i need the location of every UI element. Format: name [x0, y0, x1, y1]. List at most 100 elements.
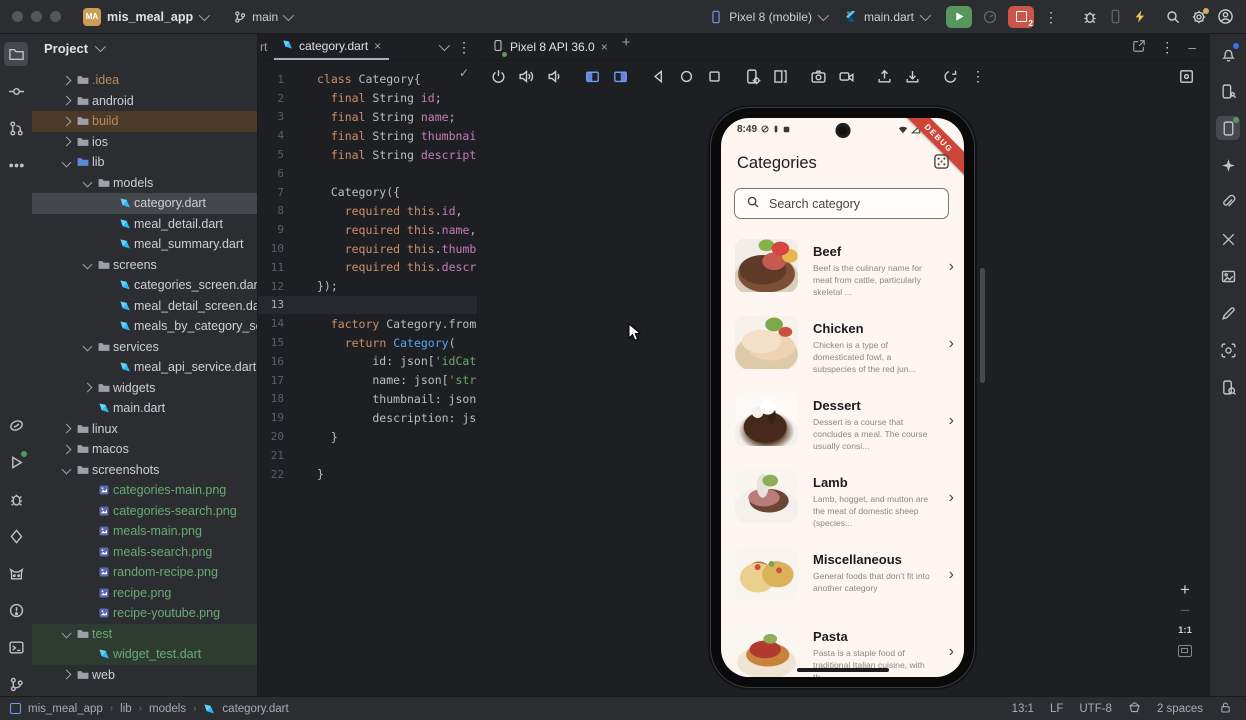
device-mirroring-icon[interactable]: [1108, 9, 1123, 24]
code-line-11[interactable]: 11 required this.descri: [258, 258, 477, 277]
breadcrumb-item[interactable]: category.dart: [222, 703, 288, 715]
code-line-15[interactable]: 15 return Category(: [258, 333, 477, 352]
tree-item-category-dart[interactable]: category.dart: [32, 193, 257, 214]
chevron-down-icon[interactable]: [58, 157, 74, 168]
code-line-16[interactable]: 16 id: json['idCat: [258, 352, 477, 371]
tree-item-models[interactable]: models: [32, 173, 257, 194]
zoom-reset-button[interactable]: 1:1: [1178, 625, 1192, 636]
minimize-window-icon[interactable]: [31, 11, 42, 22]
chevron-down-icon[interactable]: [58, 628, 74, 639]
search-everywhere-icon[interactable]: [1165, 9, 1181, 25]
category-item-beef[interactable]: Beef Beef is the culinary name for meat f…: [721, 234, 964, 311]
editor-options-icon[interactable]: ⋮: [457, 40, 471, 54]
code-line-3[interactable]: 3 final String name;: [258, 108, 477, 127]
tree-item-build[interactable]: build: [32, 111, 257, 132]
code-line-19[interactable]: 19 description: js: [258, 408, 477, 427]
code-line-22[interactable]: 22}: [258, 465, 477, 484]
gemini-icon[interactable]: [1216, 153, 1240, 177]
tree-item-categories-search-png[interactable]: categories-search.png: [32, 501, 257, 522]
power-icon[interactable]: [486, 65, 510, 87]
more-icon[interactable]: ⋮: [966, 65, 990, 87]
indent-config[interactable]: 2 spaces: [1157, 703, 1203, 715]
screenshot-icon[interactable]: [806, 65, 830, 87]
fold-icon[interactable]: [768, 65, 792, 87]
tree-item-android[interactable]: android: [32, 91, 257, 112]
tree-item-meals-main-png[interactable]: meals-main.png: [32, 521, 257, 542]
chevron-down-icon[interactable]: [58, 464, 74, 475]
zoom-window-icon[interactable]: [50, 11, 61, 22]
running-devices-icon[interactable]: [1216, 116, 1240, 140]
run-button[interactable]: [946, 5, 972, 28]
chevron-down-icon[interactable]: [79, 259, 95, 270]
ai-image-icon[interactable]: [1216, 264, 1240, 288]
tree-item-main-dart[interactable]: main.dart: [32, 398, 257, 419]
close-tab-icon[interactable]: ×: [601, 40, 608, 54]
code-line-17[interactable]: 17 name: json['str: [258, 371, 477, 390]
search-category-field[interactable]: Search category: [734, 188, 949, 219]
tree-item-meal-detail-screen-dart[interactable]: meal_detail_screen.dart: [32, 296, 257, 317]
code-line-1[interactable]: 1 class Category{: [258, 70, 477, 89]
code-line-5[interactable]: 5 final String descripti: [258, 145, 477, 164]
code-line-10[interactable]: 10 required this.thumbn: [258, 239, 477, 258]
device-settings-icon[interactable]: [740, 65, 764, 87]
overview-icon[interactable]: [702, 65, 726, 87]
code-line-20[interactable]: 20 }: [258, 427, 477, 446]
tree-item-services[interactable]: services: [32, 337, 257, 358]
device-manager-icon[interactable]: [1216, 79, 1240, 103]
tree-item-ios[interactable]: ios: [32, 132, 257, 153]
profiler-button[interactable]: [982, 9, 998, 25]
code-line-21[interactable]: 21: [258, 446, 477, 465]
logcat-icon[interactable]: [4, 561, 28, 585]
commit-icon[interactable]: [4, 79, 28, 103]
code-line-12[interactable]: 12});: [258, 277, 477, 296]
snapshot-icon[interactable]: [938, 65, 962, 87]
line-ending[interactable]: LF: [1050, 703, 1063, 715]
chevron-right-icon[interactable]: [58, 136, 74, 147]
ai-edit-icon[interactable]: [1216, 301, 1240, 325]
zoom-out-button[interactable]: −: [1180, 602, 1190, 619]
code-line-7[interactable]: 7 Category({: [258, 183, 477, 202]
tree-item-widgets[interactable]: widgets: [32, 378, 257, 399]
code-line-8[interactable]: 8 required this.id,: [258, 202, 477, 221]
code-line-2[interactable]: 2 final String id;: [258, 89, 477, 108]
chevron-down-icon[interactable]: [79, 177, 95, 188]
tree-item-screenshots[interactable]: screenshots: [32, 460, 257, 481]
partial-hidden-tab[interactable]: rt: [260, 40, 274, 54]
layout-inspector-icon[interactable]: [1174, 65, 1198, 87]
tree-item-categories-screen-dart[interactable]: categories_screen.dart: [32, 275, 257, 296]
back-icon[interactable]: [646, 65, 670, 87]
chevron-right-icon[interactable]: [58, 444, 74, 455]
tree-item-meals-by-category-scre[interactable]: meals_by_category_scre: [32, 316, 257, 337]
code-editor[interactable]: 1 class Category{2 final String id; 3 fina…: [258, 61, 477, 484]
code-line-13[interactable]: 13: [258, 295, 477, 315]
zoom-in-button[interactable]: +: [1180, 581, 1190, 598]
category-item-dessert[interactable]: Dessert Dessert is a course that conclude…: [721, 388, 964, 465]
stop-button[interactable]: 2: [1008, 5, 1034, 28]
home-icon[interactable]: [674, 65, 698, 87]
chevron-right-icon[interactable]: [58, 669, 74, 680]
breadcrumb-item[interactable]: models: [149, 703, 186, 715]
settings-gear-icon[interactable]: [1191, 7, 1209, 25]
problems-icon[interactable]: [4, 598, 28, 622]
tree-item-meals-search-png[interactable]: meals-search.png: [32, 542, 257, 563]
chevron-down-icon[interactable]: [79, 341, 95, 352]
volume-down-icon[interactable]: [542, 65, 566, 87]
vcs-branch-widget[interactable]: main: [233, 9, 295, 24]
tree-item-widget-test-dart[interactable]: widget_test.dart: [32, 644, 257, 665]
version-control-icon[interactable]: [4, 672, 28, 696]
project-folder-icon[interactable]: [4, 42, 28, 66]
device-explorer-icon[interactable]: [1216, 375, 1240, 399]
chevron-right-icon[interactable]: [58, 75, 74, 86]
services-icon[interactable]: [4, 413, 28, 437]
screen-record-icon[interactable]: [834, 65, 858, 87]
close-tab-icon[interactable]: ×: [374, 39, 381, 53]
tree-item-lib[interactable]: lib: [32, 152, 257, 173]
lock-icon[interactable]: [1219, 701, 1232, 717]
panel-scrollbar[interactable]: [980, 268, 985, 383]
breadcrumb-item[interactable]: lib: [120, 703, 132, 715]
code-line-6[interactable]: 6: [258, 164, 477, 183]
inspection-ok-icon[interactable]: ✓: [459, 66, 469, 80]
caret-position[interactable]: 13:1: [1012, 703, 1034, 715]
ai-attach-icon[interactable]: [1216, 190, 1240, 214]
gesture-bar[interactable]: [796, 668, 889, 672]
